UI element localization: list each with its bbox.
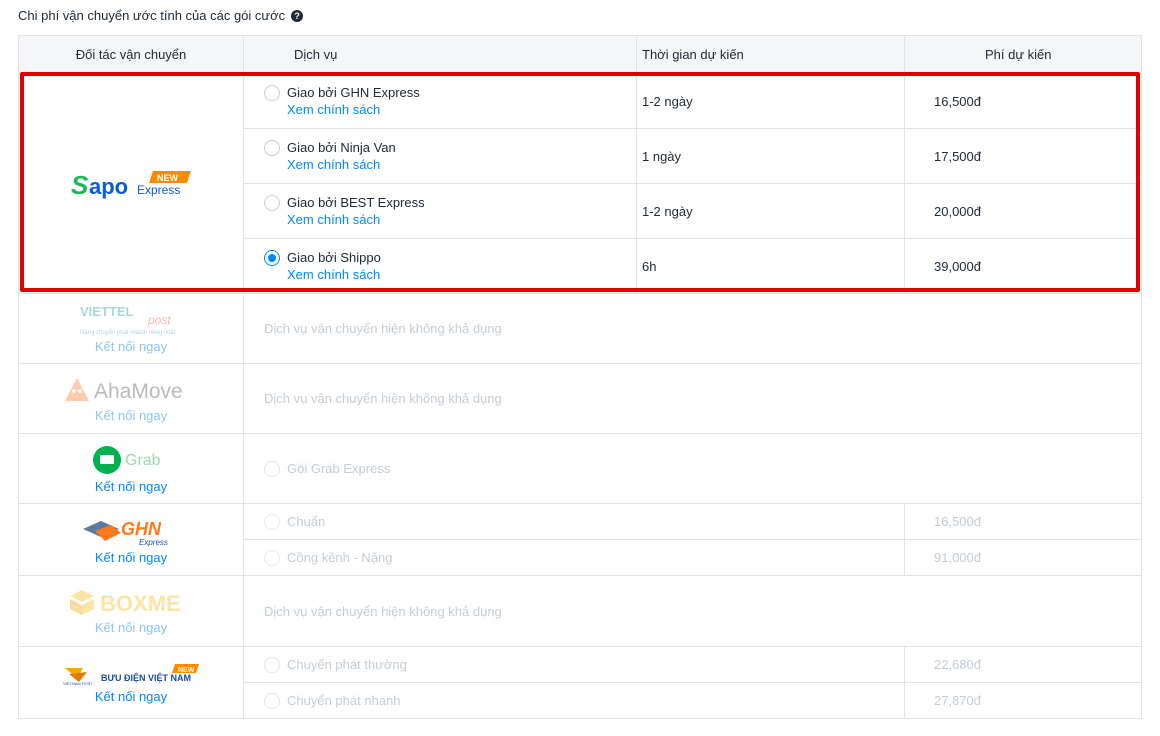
- grab-logo-text: Grab: [125, 452, 161, 469]
- radio-ghn-standard[interactable]: [264, 514, 280, 530]
- section-heading: Chi phí vận chuyển ước tính của các gói …: [18, 8, 304, 23]
- table-row: BOXME Kết nối ngay Dịch vụ vận chuyển hi…: [18, 575, 1142, 647]
- radio-best-express[interactable]: [264, 194, 280, 211]
- connect-button-grab[interactable]: Kết nối ngay: [19, 479, 243, 494]
- fee-cell: 22,680đ: [904, 646, 1142, 683]
- service-cell: Cồng kềnh - Nặng: [243, 539, 905, 576]
- service-name: Chuyển phát nhanh: [287, 693, 401, 708]
- connect-button-ahamove[interactable]: Kết nối ngay: [19, 408, 243, 423]
- table-row: Grab Kết nối ngay Gói Grab Express: [18, 433, 1142, 504]
- table-row: VIETNAM POST BƯU ĐIỆN VIỆT NAM NEW Kết n…: [18, 646, 1142, 719]
- column-header-service: Dịch vụ: [243, 35, 637, 74]
- radio-vnpost-standard[interactable]: [264, 657, 280, 673]
- ghn-logo-sub: Express: [139, 538, 168, 547]
- ahamove-logo-text: AhaMove: [94, 380, 183, 403]
- eta-cell: 6h: [636, 238, 905, 294]
- boxme-logo-text: BOXME: [100, 591, 181, 616]
- service-name: Chuẩn: [287, 514, 326, 529]
- sapo-express-logo: S apo Express NEW: [19, 167, 243, 201]
- column-header-fee: Phí dự kiến: [904, 35, 1142, 74]
- policy-link[interactable]: Xem chính sách: [287, 156, 396, 174]
- fee-cell: 27,870đ: [904, 682, 1142, 719]
- partner-cell-ahamove: AhaMove Kết nối ngay: [18, 363, 244, 434]
- service-name: Giao bởi Ninja Van: [287, 139, 396, 155]
- policy-link[interactable]: Xem chính sách: [287, 266, 381, 284]
- fee-cell: 17,500đ: [904, 128, 1142, 184]
- service-cell: Gói Grab Express: [243, 433, 1142, 504]
- shipping-rates-table: Đối tác vận chuyển Dịch vụ Thời gian dự …: [18, 35, 1142, 719]
- partner-cell-grab: Grab Kết nối ngay: [18, 433, 244, 504]
- vnpost-logo: VIETNAM POST BƯU ĐIỆN VIỆT NAM NEW: [19, 662, 243, 686]
- viettel-post-logo: VIETTEL post Nâng chuyển phát nhanh nâng…: [19, 304, 243, 336]
- table-row: AhaMove Kết nối ngay Dịch vụ vận chuyển …: [18, 363, 1142, 434]
- radio-ninja-van[interactable]: [264, 139, 280, 156]
- fee-cell: 16,500đ: [904, 503, 1142, 540]
- service-name: Giao bởi Shippo: [287, 249, 381, 265]
- connect-button-vnpost[interactable]: Kết nối ngay: [19, 689, 243, 704]
- connect-button-boxme[interactable]: Kết nối ngay: [19, 620, 243, 635]
- column-header-partner: Đối tác vận chuyển: [18, 35, 244, 74]
- svg-text:Express: Express: [137, 183, 180, 197]
- eta-cell: 1-2 ngày: [636, 73, 905, 129]
- service-cell: Giao bởi Shippo Xem chính sách: [243, 238, 637, 294]
- radio-shippo[interactable]: [264, 249, 280, 266]
- vnpost-logo-small: VIETNAM POST: [63, 681, 93, 686]
- ghn-logo-text: GHN: [121, 519, 162, 539]
- grab-logo: Grab: [19, 444, 243, 476]
- viettel-tagline: Nâng chuyển phát nhanh nâng nhất: [80, 329, 176, 336]
- service-name: Gói Grab Express: [287, 461, 391, 476]
- svg-text:apo: apo: [89, 174, 128, 199]
- eta-cell: 1-2 ngày: [636, 183, 905, 239]
- service-cell: Giao bởi BEST Express Xem chính sách: [243, 183, 637, 239]
- service-cell: Chuẩn: [243, 503, 905, 540]
- eta-cell: 1 ngày: [636, 128, 905, 184]
- radio-ghn-express[interactable]: [264, 84, 280, 101]
- service-cell: Giao bởi GHN Express Xem chính sách: [243, 73, 637, 129]
- fee-cell: 39,000đ: [904, 238, 1142, 294]
- service-name: Giao bởi GHN Express: [287, 84, 420, 100]
- fee-cell: 91,000đ: [904, 539, 1142, 576]
- column-header-eta: Thời gian dự kiến: [636, 35, 905, 74]
- vnpost-badge: NEW: [178, 667, 195, 674]
- service-name: Cồng kềnh - Nặng: [287, 550, 393, 565]
- table-row[interactable]: S apo Express NEW Giao bởi GHN Express X…: [18, 73, 1142, 294]
- section-heading-text: Chi phí vận chuyển ước tính của các gói …: [18, 8, 286, 23]
- policy-link[interactable]: Xem chính sách: [287, 211, 425, 229]
- service-cell: Chuyển phát thường: [243, 646, 905, 683]
- table-row: VIETTEL post Nâng chuyển phát nhanh nâng…: [18, 293, 1142, 364]
- service-cell: Chuyển phát nhanh: [243, 682, 905, 719]
- connect-button-viettel[interactable]: Kết nối ngay: [19, 339, 243, 354]
- partner-cell-ghn: GHN Express Kết nối ngay: [18, 503, 244, 576]
- unavailable-message: Dịch vụ vận chuyển hiện không khả dụng: [264, 603, 502, 619]
- unavailable-message: Dịch vụ vận chuyển hiện không khả dụng: [264, 321, 502, 336]
- service-name: Chuyển phát thường: [287, 657, 407, 672]
- ahamove-logo: AhaMove: [19, 375, 243, 405]
- connect-button-ghn[interactable]: Kết nối ngay: [19, 550, 243, 565]
- ghn-logo: GHN Express: [19, 515, 243, 547]
- viettel-logo-sub: post: [147, 313, 171, 327]
- boxme-logo: BOXME: [19, 587, 243, 617]
- service-cell: Dịch vụ vận chuyển hiện không khả dụng: [243, 293, 1142, 364]
- partner-cell-boxme: BOXME Kết nối ngay: [18, 575, 244, 647]
- fee-cell: 20,000đ: [904, 183, 1142, 239]
- unavailable-message: Dịch vụ vận chuyển hiện không khả dụng: [264, 391, 502, 406]
- service-cell: Giao bởi Ninja Van Xem chính sách: [243, 128, 637, 184]
- radio-vnpost-express[interactable]: [264, 693, 280, 709]
- question-circle-icon[interactable]: ?: [291, 9, 304, 22]
- radio-grab-express[interactable]: [264, 461, 280, 477]
- service-name: Giao bởi BEST Express: [287, 194, 425, 210]
- svg-text:S: S: [71, 170, 89, 200]
- table-row: GHN Express Kết nối ngay Chuẩn 16,500đ: [18, 503, 1142, 576]
- service-cell: Dịch vụ vận chuyển hiện không khả dụng: [243, 575, 1142, 647]
- fee-cell: 16,500đ: [904, 73, 1142, 129]
- partner-cell-vnpost: VIETNAM POST BƯU ĐIỆN VIỆT NAM NEW Kết n…: [18, 646, 244, 719]
- partner-cell-viettel: VIETTEL post Nâng chuyển phát nhanh nâng…: [18, 293, 244, 364]
- service-cell: Dịch vụ vận chuyển hiện không khả dụng: [243, 363, 1142, 434]
- svg-text:NEW: NEW: [157, 173, 179, 183]
- partner-cell-sapo: S apo Express NEW: [18, 73, 244, 294]
- viettel-logo-text: VIETTEL: [80, 304, 134, 319]
- radio-ghn-bulky[interactable]: [264, 550, 280, 566]
- policy-link[interactable]: Xem chính sách: [287, 101, 420, 119]
